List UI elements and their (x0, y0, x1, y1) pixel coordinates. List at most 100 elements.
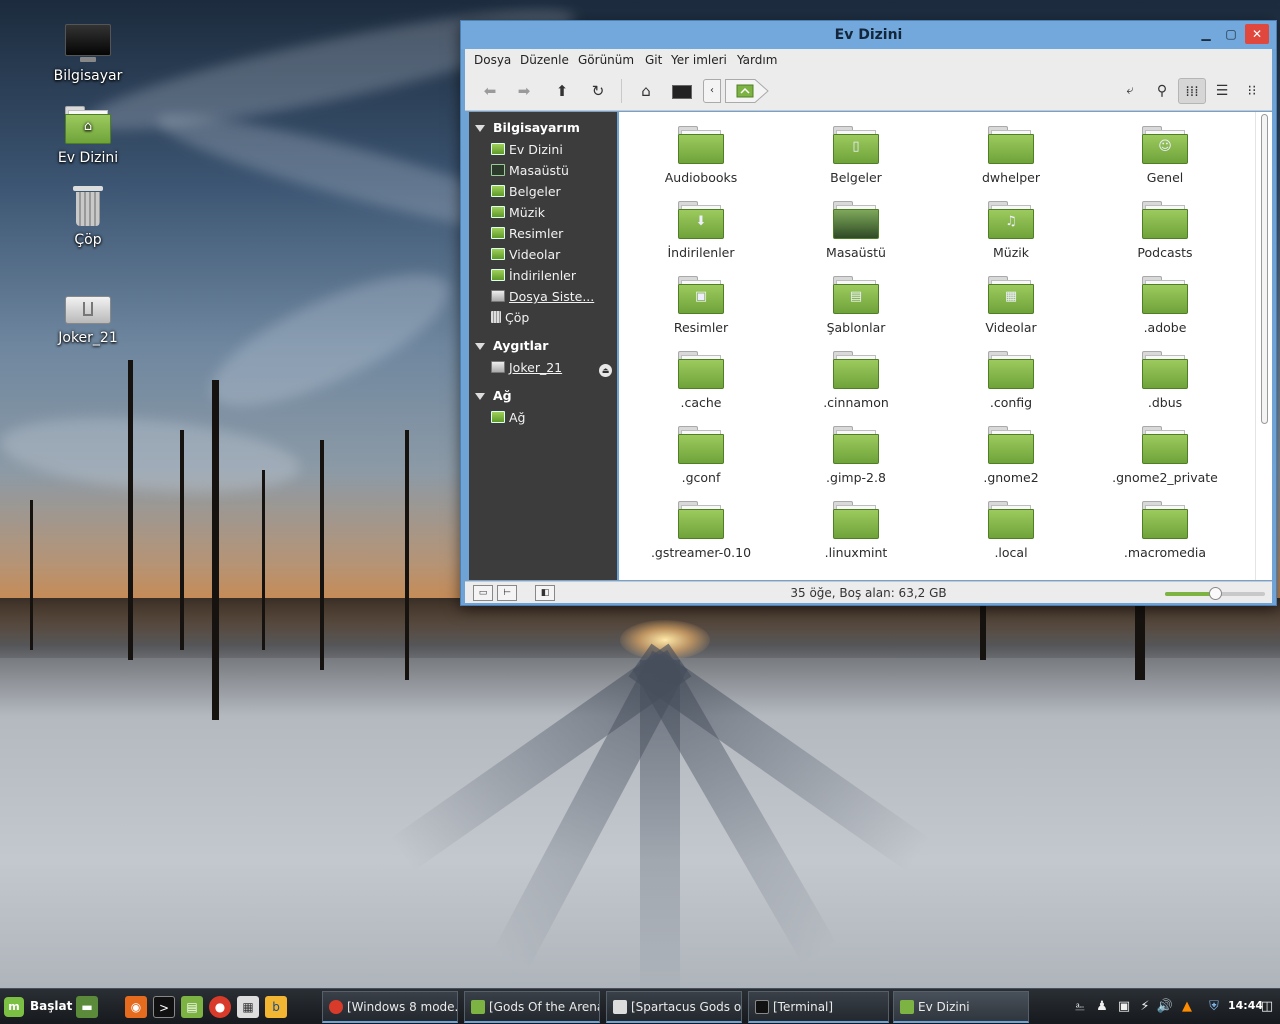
show-desktop-corner-icon[interactable]: ◫ (1258, 998, 1276, 1016)
close-button[interactable]: ✕ (1245, 24, 1269, 44)
sidebar-section-devices[interactable]: Aygıtlar (475, 338, 548, 353)
reload-button[interactable]: ↻ (585, 79, 611, 103)
menu-file[interactable]: Dosya (474, 53, 511, 67)
keyboard-tray-icon[interactable]: ⎁ (1071, 998, 1089, 1016)
path-scroll-left-button[interactable]: ‹ (703, 79, 721, 103)
menu-go[interactable]: Git (645, 53, 662, 67)
file-name: .adobe (1143, 320, 1187, 335)
folder-icon (678, 126, 724, 164)
zoom-slider[interactable] (1165, 587, 1265, 600)
show-desktop-launcher[interactable]: ▬ (76, 996, 98, 1018)
sidebar-item-documents[interactable]: Belgeler (491, 184, 615, 204)
bittorrent-launcher[interactable]: b (265, 996, 287, 1018)
folder-icon (988, 501, 1034, 539)
task-folder-gods[interactable]: [Gods Of the Arena] (464, 991, 600, 1023)
menu-edit[interactable]: Düzenle (520, 53, 569, 67)
files-launcher[interactable]: ▤ (181, 996, 203, 1018)
file-item[interactable]: ▤ Şablonlar (781, 276, 931, 346)
eject-icon[interactable]: ⏏ (599, 364, 612, 377)
menu-bookmarks[interactable]: Yer imleri (671, 53, 727, 67)
search-button[interactable]: ⚲ (1149, 79, 1175, 103)
zoom-slider-knob[interactable] (1208, 587, 1222, 600)
sidebar-item-usb-drive[interactable]: Joker_21 (491, 360, 615, 380)
sidebar-item-downloads[interactable]: İndirilenler (491, 268, 615, 288)
file-item[interactable]: Podcasts (1090, 201, 1240, 271)
sidebar-item-filesystem[interactable]: Dosya Siste... (491, 289, 615, 309)
show-tree-button[interactable]: ⊢ (497, 585, 517, 601)
sidebar-item-trash[interactable]: Çöp (491, 310, 615, 330)
file-item[interactable]: .cache (626, 351, 776, 421)
desktop-icon-computer[interactable]: Bilgisayar (38, 24, 138, 84)
vertical-scrollbar[interactable] (1255, 112, 1272, 580)
task-video-editor[interactable]: [Spartacus Gods o... (606, 991, 742, 1023)
file-item[interactable]: .linuxmint (781, 501, 931, 571)
tree-trunk (1135, 600, 1145, 680)
computer-button[interactable] (669, 79, 695, 103)
places-pane-icon: ▭ (478, 588, 488, 598)
clipboard-tray-icon[interactable]: ▣ (1115, 998, 1133, 1016)
task-terminal[interactable]: [Terminal] (748, 991, 889, 1023)
file-item[interactable]: ⬇ İndirilenler (626, 201, 776, 271)
path-crumb-arrow-icon (725, 79, 769, 103)
user-tray-icon[interactable]: ♟ (1093, 998, 1111, 1016)
firefox-launcher[interactable]: ◉ (125, 996, 147, 1018)
sidebar-item-network[interactable]: Ağ (491, 410, 615, 430)
forward-button[interactable]: ➡ (511, 79, 537, 103)
sidebar-section-network[interactable]: Ağ (475, 388, 512, 403)
sidebar-item-home[interactable]: Ev Dizini (491, 142, 615, 162)
open-terminal-button[interactable]: ⤶ (1117, 79, 1143, 103)
up-button[interactable]: ⬆ (549, 79, 575, 103)
video-editor-launcher[interactable]: ▦ (237, 996, 259, 1018)
back-button[interactable]: ⬅ (477, 79, 503, 103)
sidebar-section-computer[interactable]: Bilgisayarım (475, 120, 580, 135)
file-item[interactable]: .config (936, 351, 1086, 421)
file-item[interactable]: ▣ Resimler (626, 276, 776, 346)
volume-tray-icon[interactable]: 🔊 (1156, 998, 1174, 1016)
task-chrome[interactable]: [Windows 8 mode... (322, 991, 458, 1023)
path-home-crumb[interactable] (725, 79, 769, 103)
sidebar-item-pictures[interactable]: Resimler (491, 226, 615, 246)
file-item[interactable]: .gimp-2.8 (781, 426, 931, 496)
scrollbar-thumb[interactable] (1261, 114, 1268, 424)
file-item[interactable]: dwhelper (936, 126, 1086, 196)
desktop-icon-trash[interactable]: Çöp (38, 184, 138, 248)
list-view-button[interactable]: ☰ (1208, 78, 1236, 104)
file-item[interactable]: Audiobooks (626, 126, 776, 196)
sidebar-item-videos[interactable]: Videolar (491, 247, 615, 267)
file-item[interactable]: .dbus (1090, 351, 1240, 421)
cloud-streak (195, 248, 465, 432)
vlc-tray-icon[interactable]: ▲ (1178, 998, 1196, 1016)
minimize-button[interactable]: ▁ (1194, 24, 1218, 44)
title-bar[interactable]: Ev Dizini ▁ ▢ ✕ (461, 21, 1276, 49)
menu-help[interactable]: Yardım (737, 53, 777, 67)
file-item[interactable]: Masaüstü (781, 201, 931, 271)
file-item[interactable]: .gconf (626, 426, 776, 496)
file-item[interactable]: .macromedia (1090, 501, 1240, 571)
update-shield-tray-icon[interactable]: ⛨ (1205, 998, 1223, 1016)
file-item[interactable]: .gnome2 (936, 426, 1086, 496)
show-places-button[interactable]: ▭ (473, 585, 493, 601)
chrome-launcher[interactable]: ● (209, 996, 231, 1018)
menu-view[interactable]: Görünüm (578, 53, 634, 67)
home-button[interactable]: ⌂ (633, 79, 659, 103)
terminal-launcher[interactable]: > (153, 996, 175, 1018)
compact-view-button[interactable]: ⁝⁝ (1238, 78, 1266, 104)
sidebar-item-music[interactable]: Müzik (491, 205, 615, 225)
maximize-button[interactable]: ▢ (1219, 24, 1243, 44)
file-item[interactable]: ▯ Belgeler (781, 126, 931, 196)
sidebar-item-desktop[interactable]: Masaüstü (491, 163, 615, 183)
file-item[interactable]: ▦ Videolar (936, 276, 1086, 346)
file-item[interactable]: .adobe (1090, 276, 1240, 346)
file-item[interactable]: .gnome2_private (1090, 426, 1240, 496)
desktop-icon-home[interactable]: ⌂ Ev Dizini (38, 106, 138, 166)
icon-view-button[interactable]: ⁞⁞⁞ (1178, 78, 1206, 104)
file-item[interactable]: ♫ Müzik (936, 201, 1086, 271)
file-item[interactable]: ☺ Genel (1090, 126, 1240, 196)
network-tray-icon[interactable]: ⚡ (1136, 998, 1154, 1016)
file-item[interactable]: .gstreamer-0.10 (626, 501, 776, 571)
file-item[interactable]: .cinnamon (781, 351, 931, 421)
task-home-folder[interactable]: Ev Dizini (893, 991, 1029, 1023)
file-item[interactable]: .local (936, 501, 1086, 571)
desktop-icon-usb-drive[interactable]: Joker_21 (38, 290, 138, 346)
hide-sidebar-button[interactable]: ◧ (535, 585, 555, 601)
